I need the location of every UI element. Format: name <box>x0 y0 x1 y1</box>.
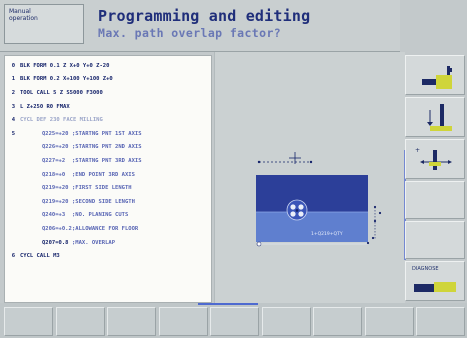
q-parameter-comment: ;STARTNG PNT 1ST AXIS <box>72 130 142 137</box>
line-code: CYCL CALL M3 <box>20 253 60 260</box>
mode-line-2: operation <box>9 15 38 22</box>
q-parameter: Q226=+20 <box>42 144 69 151</box>
line-code: Q227=+2 ;STARTNG PNT 3RD AXIS <box>20 158 142 164</box>
softkey-bottom-9[interactable] <box>416 307 465 336</box>
q-parameter-comment: ;NO. PLANING CUTS <box>72 212 129 219</box>
active-softkey-indicator <box>198 303 258 305</box>
program-line[interactable]: 4 CYCL DEF 230 FACE MILLING <box>5 113 211 127</box>
page-title: Programming and editing <box>98 7 311 25</box>
softkey-bottom-8[interactable] <box>364 307 414 336</box>
program-line[interactable]: 2 TOOL CALL 5 Z S5000 F3000 <box>5 86 211 100</box>
line-number: 2 <box>11 89 15 96</box>
softkey-bottom-2[interactable] <box>55 307 105 336</box>
program-line[interactable]: 6 CYCL CALL M3 <box>5 249 211 263</box>
diagnose-label: DIAGNOSE <box>412 266 439 272</box>
softkey-tool[interactable] <box>405 55 465 95</box>
graphic-annotation: 1+Q219+QTY <box>311 231 343 237</box>
q-parameter-comment: ;SECOND SIDE LENGTH <box>72 198 135 205</box>
line-code: Q219=+20 ;SECOND SIDE LENGTH <box>20 199 135 205</box>
line-code: BLK FORM 0.1 Z X+0 Y+0 Z-20 <box>20 62 110 69</box>
softkey-bottom-3[interactable] <box>107 307 156 336</box>
program-line[interactable]: 0 BLK FORM 0.1 Z X+0 Y+0 Z-20 <box>5 59 211 73</box>
operating-mode-box: Manual operation <box>4 4 84 44</box>
softkey-diagnose[interactable]: DIAGNOSE <box>405 261 465 301</box>
depth-arrow-icon <box>427 104 452 131</box>
line-code: Q240=+3 ;NO. PLANING CUTS <box>20 212 128 218</box>
line-code: BLK FORM 0.2 X+100 Y+100 Z+0 <box>20 76 113 83</box>
q-parameter: Q227=+2 <box>42 157 66 164</box>
softkey-empty-5[interactable] <box>405 221 465 259</box>
softkey-empty-4[interactable] <box>405 181 465 219</box>
program-line[interactable]: Q219=+20 ;FIRST SIDE LENGTH <box>5 181 211 195</box>
q-parameter-comment: ;STARTNG PNT 2ND AXIS <box>72 144 142 151</box>
program-listing[interactable]: 0 BLK FORM 0.1 Z X+0 Y+0 Z-20 1 BLK FORM 0.… <box>4 55 212 303</box>
line-code: CYCL DEF 230 FACE MILLING <box>20 117 103 124</box>
line-code: Q207=0.8 ;MAX. OVERLAP <box>20 240 115 246</box>
line-number: 3 <box>11 103 15 110</box>
program-line[interactable]: Q240=+3 ;NO. PLANING CUTS <box>5 209 211 223</box>
program-line[interactable]: 5 Q225=+20 ;STARTNG PNT 1ST AXIS <box>5 127 211 141</box>
softkey-bottom-1[interactable] <box>4 307 53 336</box>
softkey-bottom-4[interactable] <box>158 307 208 336</box>
program-line[interactable]: Q206=+0.2;ALLOWANCE FOR FLOOR <box>5 222 211 236</box>
q-parameter: Q207=0.8 <box>42 239 69 246</box>
line-number: 5 <box>11 130 15 137</box>
program-line[interactable]: 3 L Z+250 R0 FMAX <box>5 100 211 114</box>
mode-line-1: Manual <box>9 8 31 15</box>
tool-holder-icon <box>422 66 452 89</box>
q-parameter: Q240=+3 <box>42 212 66 219</box>
program-line[interactable]: Q207=0.8 ;MAX. OVERLAP <box>5 236 211 250</box>
line-number: 4 <box>11 117 15 124</box>
line-number: 6 <box>11 253 15 260</box>
program-line[interactable]: Q226=+20 ;STARTNG PNT 2ND AXIS <box>5 141 211 155</box>
program-line[interactable]: Q219=+20 ;SECOND SIDE LENGTH <box>5 195 211 209</box>
dialog-prompt: Max. path overlap factor? <box>98 26 282 40</box>
q-parameter-comment: ;MAX. OVERLAP <box>72 239 116 246</box>
line-code: Q219=+20 ;FIRST SIDE LENGTH <box>20 185 132 191</box>
q-parameter-comment: ;END POINT 3RD AXIS <box>72 171 135 178</box>
q-parameter: Q219=+20 <box>42 185 69 192</box>
line-code: L Z+250 R0 FMAX <box>20 103 70 110</box>
line-number: 0 <box>11 62 15 69</box>
q-parameter: Q218=+0 <box>42 171 66 178</box>
q-parameter-comment: ;STARTNG PNT 3RD AXIS <box>72 157 142 164</box>
q-parameter-comment: ;ALLOWANCE FOR FLOOR <box>72 225 139 232</box>
line-code: TOOL CALL 5 Z S5000 F3000 <box>20 89 103 96</box>
workpiece-front <box>256 212 368 242</box>
softkey-bottom-5[interactable] <box>210 307 259 336</box>
softkey-depth[interactable] <box>405 97 465 137</box>
softkey-bottom-6[interactable] <box>261 307 311 336</box>
svg-text:+: + <box>415 147 420 154</box>
q-parameter: Q206=+0.2 <box>42 225 72 232</box>
vertical-softkey-bar: + DIAGNOSE <box>405 55 465 301</box>
q-parameter-comment: ;FIRST SIDE LENGTH <box>72 185 132 192</box>
program-line[interactable]: Q218=+0 ;END POINT 3RD AXIS <box>5 168 211 182</box>
line-code: Q226=+20 ;STARTNG PNT 2ND AXIS <box>20 144 142 150</box>
header-bar: Manual operation Programming and editing… <box>0 0 400 52</box>
axis-arrows-icon: + <box>415 147 452 170</box>
softkey-axis[interactable]: + <box>405 139 465 179</box>
help-graphic: 1+Q219+QTY <box>214 52 406 303</box>
cutter-icon <box>286 199 308 221</box>
line-code: Q225=+20 ;STARTNG PNT 1ST AXIS <box>20 131 142 137</box>
softkey-bottom-7[interactable] <box>313 307 362 336</box>
horizontal-softkey-bar <box>0 303 467 338</box>
program-line[interactable]: Q227=+2 ;STARTNG PNT 3RD AXIS <box>5 154 211 168</box>
line-code: Q206=+0.2;ALLOWANCE FOR FLOOR <box>20 226 138 232</box>
q-parameter: Q225=+20 <box>42 130 69 137</box>
program-line[interactable]: 1 BLK FORM 0.2 X+100 Y+100 Z+0 <box>5 73 211 87</box>
face-milling-sketch: 1+Q219+QTY <box>256 152 382 247</box>
q-parameter: Q219=+20 <box>42 198 69 205</box>
cnc-screen: Manual operation Programming and editing… <box>0 0 467 338</box>
workpiece-top <box>256 175 368 212</box>
line-code: Q218=+0 ;END POINT 3RD AXIS <box>20 172 135 178</box>
line-number: 1 <box>11 76 15 83</box>
